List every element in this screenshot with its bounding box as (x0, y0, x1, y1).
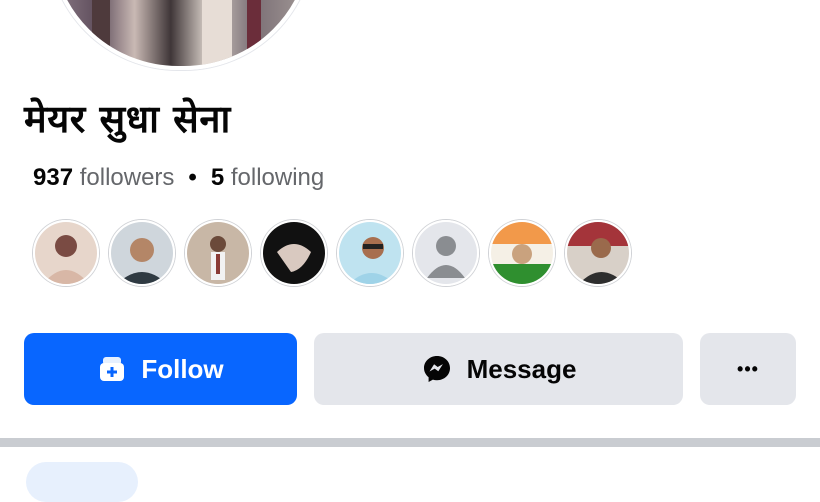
followers-count: 937 (33, 164, 74, 191)
friend-avatar-image (339, 222, 401, 284)
more-options-icon: ••• (737, 358, 759, 379)
following-label: following (230, 164, 325, 191)
friend-avatar-1[interactable] (33, 220, 99, 286)
friend-avatar-6[interactable] (413, 220, 479, 286)
follow-add-icon (97, 354, 127, 384)
friend-avatar-image (35, 222, 97, 284)
profile-stats: 937 followers • 5 following (33, 164, 324, 192)
friend-avatar-4[interactable] (261, 220, 327, 286)
profile-picture[interactable] (48, 0, 314, 70)
friend-avatar-image (491, 222, 553, 284)
follow-button[interactable]: Follow (24, 333, 297, 405)
section-divider (0, 438, 820, 447)
friend-avatar-image (187, 222, 249, 284)
friend-avatar-3[interactable] (185, 220, 251, 286)
more-options-button[interactable]: ••• (700, 333, 796, 405)
friend-avatar-8[interactable] (565, 220, 631, 286)
following-link[interactable]: 5 following (211, 164, 324, 191)
stats-separator: • (188, 164, 197, 191)
default-avatar-icon (415, 222, 477, 284)
profile-picture-detail (92, 0, 110, 66)
followers-link[interactable]: 937 followers (33, 164, 174, 191)
message-label: Message (466, 353, 577, 384)
next-section-pill[interactable] (26, 462, 138, 502)
friend-avatar-2[interactable] (109, 220, 175, 286)
friend-avatar-image (111, 222, 173, 284)
friend-avatar-image (263, 222, 325, 284)
friend-avatar-5[interactable] (337, 220, 403, 286)
profile-picture-detail (247, 0, 261, 66)
friend-avatars-row (33, 220, 631, 286)
following-count: 5 (210, 164, 225, 191)
message-button[interactable]: Message (314, 333, 683, 405)
follow-label: Follow (141, 353, 224, 384)
followers-label: followers (79, 164, 175, 191)
profile-name: मेयर सुधा सेना (24, 97, 231, 141)
profile-picture-detail (202, 0, 232, 66)
friend-avatar-image (567, 222, 629, 284)
friend-avatar-7[interactable] (489, 220, 555, 286)
messenger-icon (421, 353, 453, 385)
